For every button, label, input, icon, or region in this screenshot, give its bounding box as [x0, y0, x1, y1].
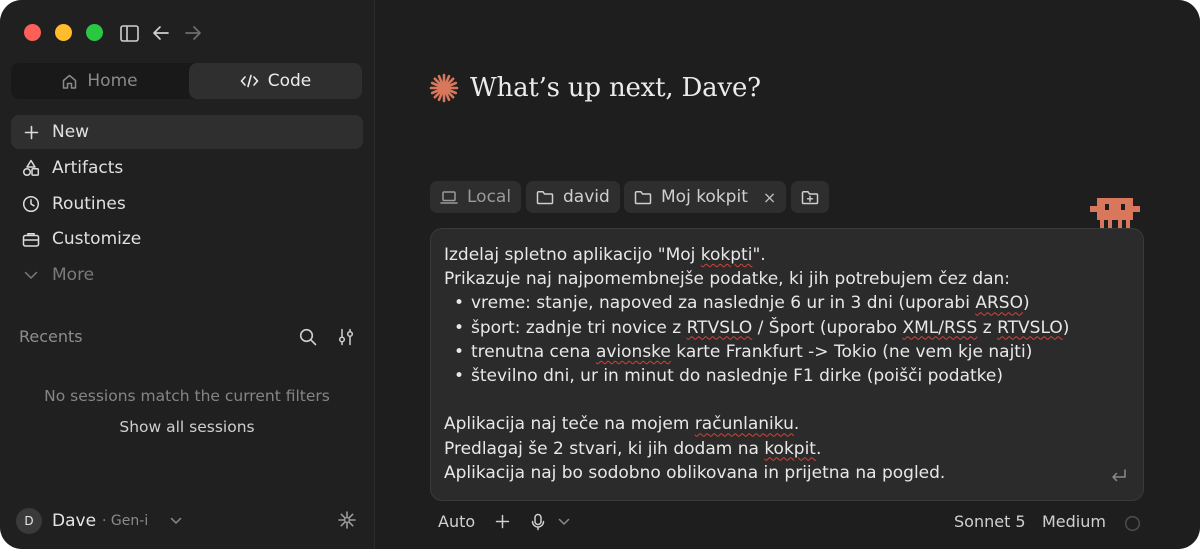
main-panel: What’s up next, Dave? Local david Moj ko… [375, 0, 1200, 549]
folder-icon [634, 190, 652, 205]
close-window-button[interactable] [24, 24, 41, 41]
chip-label: Local [467, 187, 512, 207]
filter-icon[interactable] [335, 326, 357, 348]
effort-selector[interactable]: Medium [1042, 512, 1106, 531]
empty-sessions-message: No sessions match the current filters [44, 387, 330, 405]
chevron-down-icon [170, 517, 182, 525]
tab-code-label: Code [267, 71, 312, 91]
prompt-line: Izdelaj spletno aplikacijo "Moj kokpti". [444, 245, 766, 265]
add-folder-button[interactable] [791, 181, 829, 213]
shapes-icon [20, 157, 42, 179]
mode-selector[interactable]: Auto [438, 512, 475, 531]
briefcase-icon [20, 228, 42, 250]
sidebar-item-routines[interactable]: Routines [11, 187, 363, 221]
enter-icon[interactable] [1110, 467, 1128, 485]
recents-heading: Recents [19, 327, 83, 346]
user-name: Dave [52, 511, 97, 531]
tab-home[interactable]: Home [13, 63, 186, 99]
voice-input-button[interactable] [530, 513, 570, 531]
context-usage-icon[interactable] [1124, 515, 1141, 532]
prompt-bullet: • vreme: stanje, napoved za naslednje 6 u… [454, 293, 1030, 314]
chevron-down-icon [20, 264, 42, 286]
tab-home-label: Home [87, 71, 138, 91]
plus-icon [20, 121, 42, 143]
sidebar-item-new[interactable]: New [11, 115, 363, 149]
show-all-sessions-link[interactable]: Show all sessions [0, 418, 374, 436]
sidebar-item-label: Routines [52, 194, 126, 214]
greeting: What’s up next, Dave? [428, 72, 761, 104]
microphone-icon [530, 513, 546, 531]
code-icon [240, 73, 259, 89]
prompt-bullet: • številno dni, ur in minut do naslednje … [454, 365, 1003, 386]
prompt-line: Predlagaj še 2 stvari, ki jih dodam na k… [444, 438, 822, 459]
avatar: D [16, 508, 42, 534]
sidebar-item-label: New [52, 122, 90, 142]
sidebar-item-artifacts[interactable]: Artifacts [11, 151, 363, 185]
greeting-text: What’s up next, Dave? [470, 73, 761, 103]
attach-plus-icon[interactable] [495, 514, 510, 529]
mode-switcher: Home Code [11, 63, 362, 99]
home-icon [61, 73, 78, 90]
tab-code[interactable]: Code [189, 63, 362, 99]
prompt-line: Prikazuje naj najpomembnejše podatke, ki… [444, 269, 1011, 290]
environment-chip-local[interactable]: Local [430, 181, 522, 213]
prompt-text[interactable]: Izdelaj spletno aplikacijo "Moj kokpti".… [444, 243, 1134, 485]
prompt-line: Aplikacija naj teče na mojem računlaniku… [444, 414, 800, 435]
account-menu[interactable]: D Dave · Gen-i [16, 507, 182, 535]
sidebar-item-customize[interactable]: Customize [11, 222, 363, 256]
remove-folder-button[interactable]: × [763, 188, 776, 207]
asterisk-settings-icon[interactable] [336, 509, 358, 531]
chip-label: david [563, 187, 610, 207]
maximize-window-button[interactable] [86, 24, 103, 41]
prompt-blank-line [444, 388, 1134, 412]
app-window: Home Code New Artifacts Routines Customi… [0, 0, 1200, 549]
folder-icon [536, 190, 554, 205]
user-plan: · Gen-i [102, 513, 149, 529]
back-arrow-icon[interactable] [150, 22, 172, 44]
chevron-down-icon [558, 518, 570, 526]
search-icon[interactable] [297, 326, 319, 348]
minimize-window-button[interactable] [55, 24, 72, 41]
sidebar-toggle-icon[interactable] [118, 22, 140, 44]
prompt-bullet: • šport: zadnje tri novice z RTVSLO / Špo… [454, 317, 1070, 338]
forward-arrow-icon[interactable] [182, 22, 204, 44]
sidebar: Home Code New Artifacts Routines Customi… [0, 0, 375, 549]
laptop-icon [440, 190, 458, 205]
sidebar-item-label: More [52, 265, 95, 285]
sidebar-item-label: Artifacts [52, 158, 124, 178]
folder-plus-icon [801, 190, 819, 205]
clock-icon [20, 193, 42, 215]
folder-chip-moj-kokpit[interactable]: Moj kokpit × [624, 181, 787, 213]
prompt-line: Aplikacija naj bo sodobno oblikovana in … [444, 462, 946, 483]
prompt-bullet: • trenutna cena avionske karte Frankfurt … [454, 341, 1033, 362]
model-selector[interactable]: Sonnet 5 [954, 512, 1026, 531]
sidebar-item-label: Customize [52, 229, 142, 249]
prompt-input[interactable]: Izdelaj spletno aplikacijo "Moj kokpti".… [430, 228, 1144, 501]
sparkle-logo-icon [428, 72, 460, 104]
sidebar-item-more[interactable]: More [11, 258, 363, 292]
chip-label: Moj kokpit [661, 187, 748, 207]
folder-chip-david[interactable]: david [526, 181, 620, 213]
